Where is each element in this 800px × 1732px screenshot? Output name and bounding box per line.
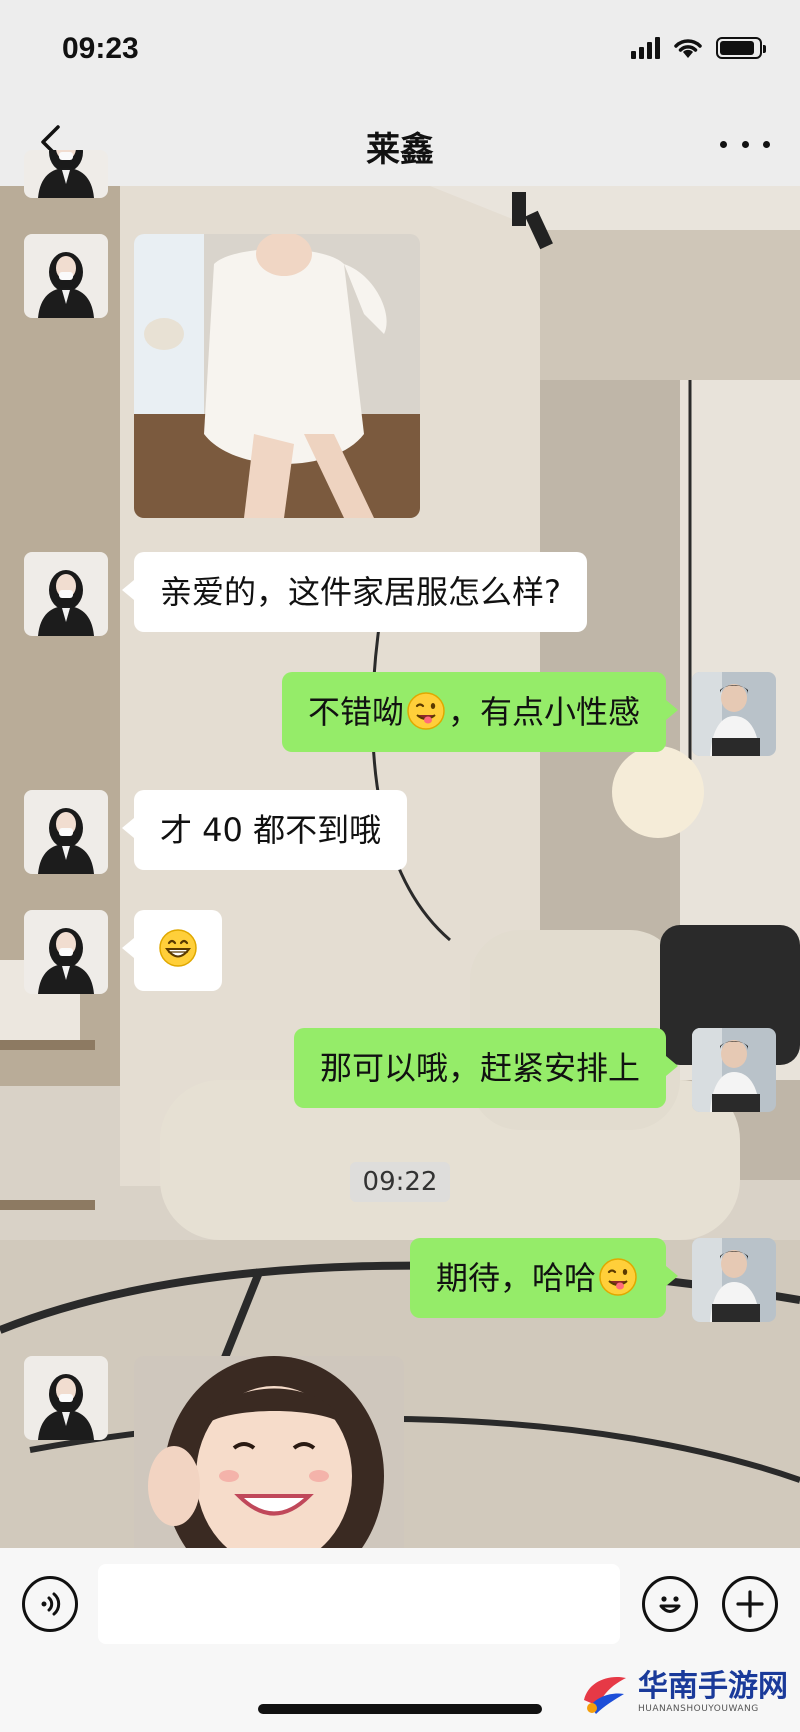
contact-avatar[interactable] — [24, 790, 108, 874]
message-timestamp: 09:22 — [350, 1162, 450, 1202]
battery-icon — [716, 37, 766, 59]
message-text: ，有点小性感 — [447, 693, 640, 731]
message-input[interactable] — [98, 1564, 620, 1644]
winking-tongue-emoji-icon — [406, 691, 446, 731]
grinning-emoji-icon — [158, 928, 198, 968]
message-text: 才 40 都不到哦 — [160, 811, 382, 849]
message-bubble[interactable]: 那可以哦，赶紧安排上 — [293, 1028, 679, 1108]
plus-icon[interactable] — [722, 1576, 778, 1632]
message-text: 期待，哈哈 — [435, 1259, 596, 1297]
contact-avatar[interactable] — [24, 150, 108, 198]
system-icons — [631, 36, 766, 60]
my-avatar[interactable] — [692, 1028, 776, 1112]
home-indicator — [258, 1704, 542, 1714]
message-bubble[interactable]: 期待，哈哈 — [409, 1238, 679, 1318]
watermark-subtitle: HUANANSHOUYOUWANG — [638, 1704, 759, 1714]
message-text: 那可以哦，赶紧安排上 — [319, 1049, 640, 1087]
more-horizontal-icon[interactable] — [720, 124, 770, 164]
winking-tongue-emoji-icon — [598, 1257, 638, 1297]
contact-avatar[interactable] — [24, 1356, 108, 1440]
wifi-icon — [674, 39, 702, 58]
watermark: 华南手游网 HUANANSHOUYOUWANG — [578, 1666, 788, 1718]
my-avatar[interactable] — [692, 1238, 776, 1322]
smiley-icon[interactable] — [642, 1576, 698, 1632]
message-bubble[interactable]: 才 40 都不到哦 — [121, 790, 408, 870]
message-text: 亲爱的，这件家居服怎么样? — [160, 573, 561, 611]
message-bubble[interactable]: 亲爱的，这件家居服怎么样? — [122, 552, 587, 632]
contact-avatar[interactable] — [24, 234, 108, 318]
chat-title: 莱鑫 — [366, 130, 434, 170]
signal-icon — [631, 37, 660, 59]
input-bar: 华南手游网 HUANANSHOUYOUWANG — [0, 1548, 800, 1732]
voice-icon[interactable] — [22, 1576, 78, 1632]
status-time: 09:23 — [62, 32, 139, 65]
contact-avatar[interactable] — [24, 910, 108, 994]
message-bubble[interactable]: 不错呦 ，有点小性感 — [281, 672, 679, 752]
image-message[interactable] — [134, 234, 420, 518]
contact-avatar[interactable] — [24, 552, 108, 636]
message-bubble[interactable] — [122, 910, 222, 991]
watermark-logo-icon — [584, 1676, 626, 1714]
chat-header: 莱鑫 — [0, 100, 800, 186]
watermark-title: 华南手游网 — [638, 1669, 788, 1704]
status-bar: 09:23 — [0, 0, 800, 100]
image-message[interactable] — [134, 1356, 404, 1548]
message-text: 不错呦 — [307, 693, 404, 731]
my-avatar[interactable] — [692, 672, 776, 756]
